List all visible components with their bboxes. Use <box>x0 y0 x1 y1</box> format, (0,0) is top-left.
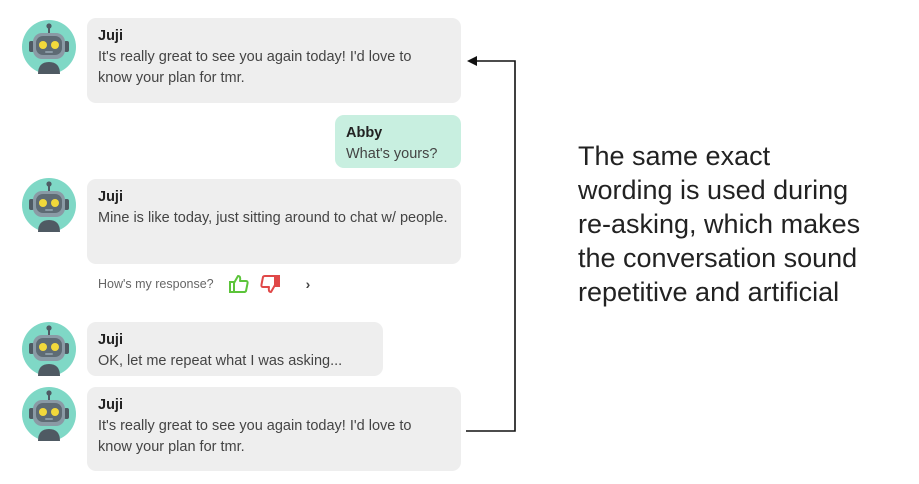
feedback-label: How's my response? <box>98 277 214 291</box>
bot-avatar <box>22 322 76 376</box>
sender-name: Juji <box>98 397 123 413</box>
message-text: Mine is like today, just sitting around … <box>98 210 448 226</box>
bot-message-bubble: Juji OK, let me repeat what I was asking… <box>87 322 383 376</box>
sender-name: Juji <box>98 189 123 205</box>
bot-avatar <box>22 20 76 74</box>
robot-icon <box>22 20 76 74</box>
sender-name: Abby <box>346 125 383 141</box>
response-feedback: How's my response? › <box>98 272 310 296</box>
annotation-text: The same exact wording is used during re… <box>578 141 861 307</box>
bot-message-bubble: Juji It's really great to see you again … <box>87 18 461 103</box>
bot-message-bubble: Juji It's really great to see you again … <box>87 387 461 471</box>
message-text: It's really great to see you again today… <box>98 49 412 86</box>
thumbs-up-icon[interactable] <box>228 273 250 295</box>
bot-avatar <box>22 387 76 441</box>
robot-icon <box>22 387 76 441</box>
sender-name: Juji <box>98 28 123 44</box>
message-text: OK, let me repeat what I was asking... <box>98 353 343 369</box>
chevron-right-icon[interactable]: › <box>306 276 311 292</box>
robot-icon <box>22 322 76 376</box>
sender-name: Juji <box>98 332 123 348</box>
thumbs-down-icon[interactable] <box>259 273 281 295</box>
bot-message-bubble: Juji Mine is like today, just sitting ar… <box>87 179 461 264</box>
bot-avatar <box>22 178 76 232</box>
message-text: What's yours? <box>346 146 438 162</box>
user-message-bubble: Abby What's yours? <box>335 115 461 168</box>
robot-icon <box>22 178 76 232</box>
message-text: It's really great to see you again today… <box>98 418 412 455</box>
